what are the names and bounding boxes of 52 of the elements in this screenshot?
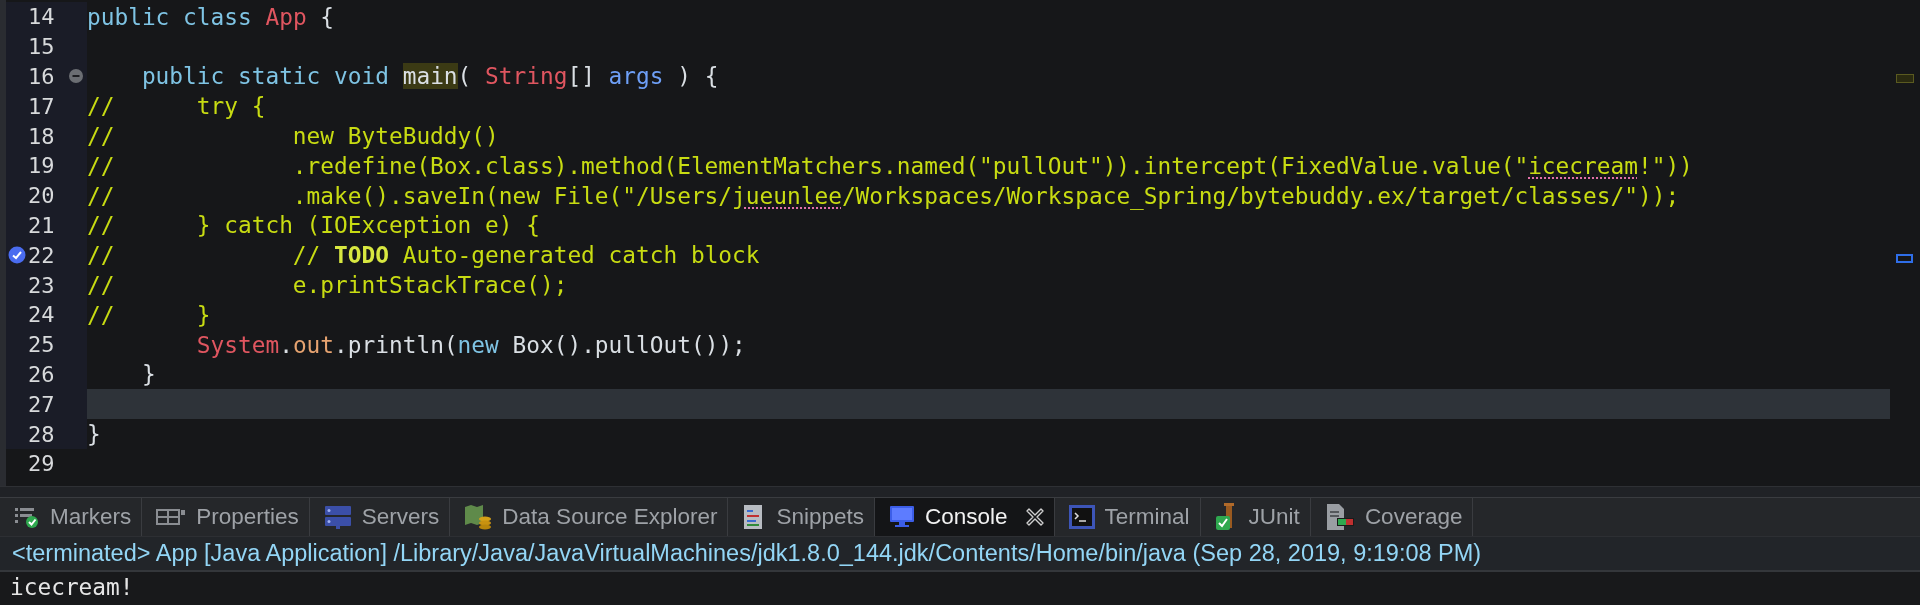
line-number: 20 (28, 183, 56, 209)
line-number: 22 (28, 242, 56, 268)
console-output: icecream! (10, 573, 135, 602)
view-tab[interactable]: Console (875, 498, 1055, 536)
line-number: 27 (28, 391, 56, 417)
view-tab[interactable]: JUnit (1200, 498, 1311, 536)
view-tab[interactable]: Markers (0, 498, 143, 536)
line-number: 16 (28, 64, 56, 89)
line-number: 28 (28, 421, 56, 447)
code-line: } (140, 360, 157, 390)
line-number: 19 (28, 153, 56, 179)
line-number: 23 (28, 272, 56, 298)
line-number: 24 (28, 302, 56, 328)
view-tab[interactable]: Properties (142, 498, 310, 536)
line-number: 18 (28, 123, 56, 149)
line-number: 21 (28, 212, 56, 238)
code-line: public class App { (87, 2, 336, 32)
code-line: } (87, 420, 102, 449)
task-marker[interactable] (1896, 254, 1913, 263)
code-line: // .make().saveIn(new File("/Users/jueunlee/Workspaces/Workspace_Spring/bytebuddy.ex/target/classes/")); (87, 181, 1681, 211)
console-header: <terminated> App [Java Application] /Library/Java/JavaVirtualMachines/jdk1.8.0_144.jdk/Contents/Home/bin/java (Sep 28, 2019, 9:19:08 PM) (12, 540, 1482, 567)
line-number: 17 (28, 93, 56, 119)
task-check-icon (8, 246, 26, 265)
close-icon[interactable] (1025, 508, 1044, 526)
collapse-icon[interactable] (69, 69, 83, 84)
view-tab[interactable]: Terminal (1054, 498, 1201, 536)
code-line: System.out.println(new Box().pullOut()); (195, 330, 747, 360)
view-tab[interactable]: Snippets (728, 498, 875, 536)
view-tab[interactable]: Data Source Explorer (450, 498, 729, 536)
line-number: 29 (28, 451, 56, 477)
occurrence-marker[interactable] (1896, 74, 1914, 83)
monitor-icon (889, 505, 915, 529)
list-check-icon (14, 505, 40, 529)
line-number: 15 (28, 34, 56, 60)
code-line: // try { (87, 92, 267, 122)
code-line: // e.printStackTrace(); (87, 271, 569, 300)
code-line: // // TODO Auto-generated catch block (87, 241, 761, 271)
view-tab[interactable]: Servers (309, 498, 451, 536)
line-number: 14 (28, 4, 56, 30)
code-line: public static void main( String[] args ) { (140, 62, 720, 92)
code-line: // .redefine(Box.class).method(ElementMatchers.named("pullOut")).intercept(FixedValue.value("icecream!")) (87, 151, 1694, 181)
map-coins-icon (464, 503, 493, 531)
code-line: // } catch (IOException e) { (87, 211, 541, 241)
code-line: // new ByteBuddy() (87, 122, 500, 151)
table-icon (156, 507, 187, 527)
view-tab[interactable]: Coverage (1310, 498, 1474, 536)
line-number: 26 (28, 361, 56, 387)
coverage-report-icon (1324, 503, 1355, 531)
terminal-icon (1068, 505, 1095, 529)
code-line: // } (87, 300, 212, 330)
server-icon (323, 505, 352, 529)
line-number: 25 (28, 332, 56, 358)
